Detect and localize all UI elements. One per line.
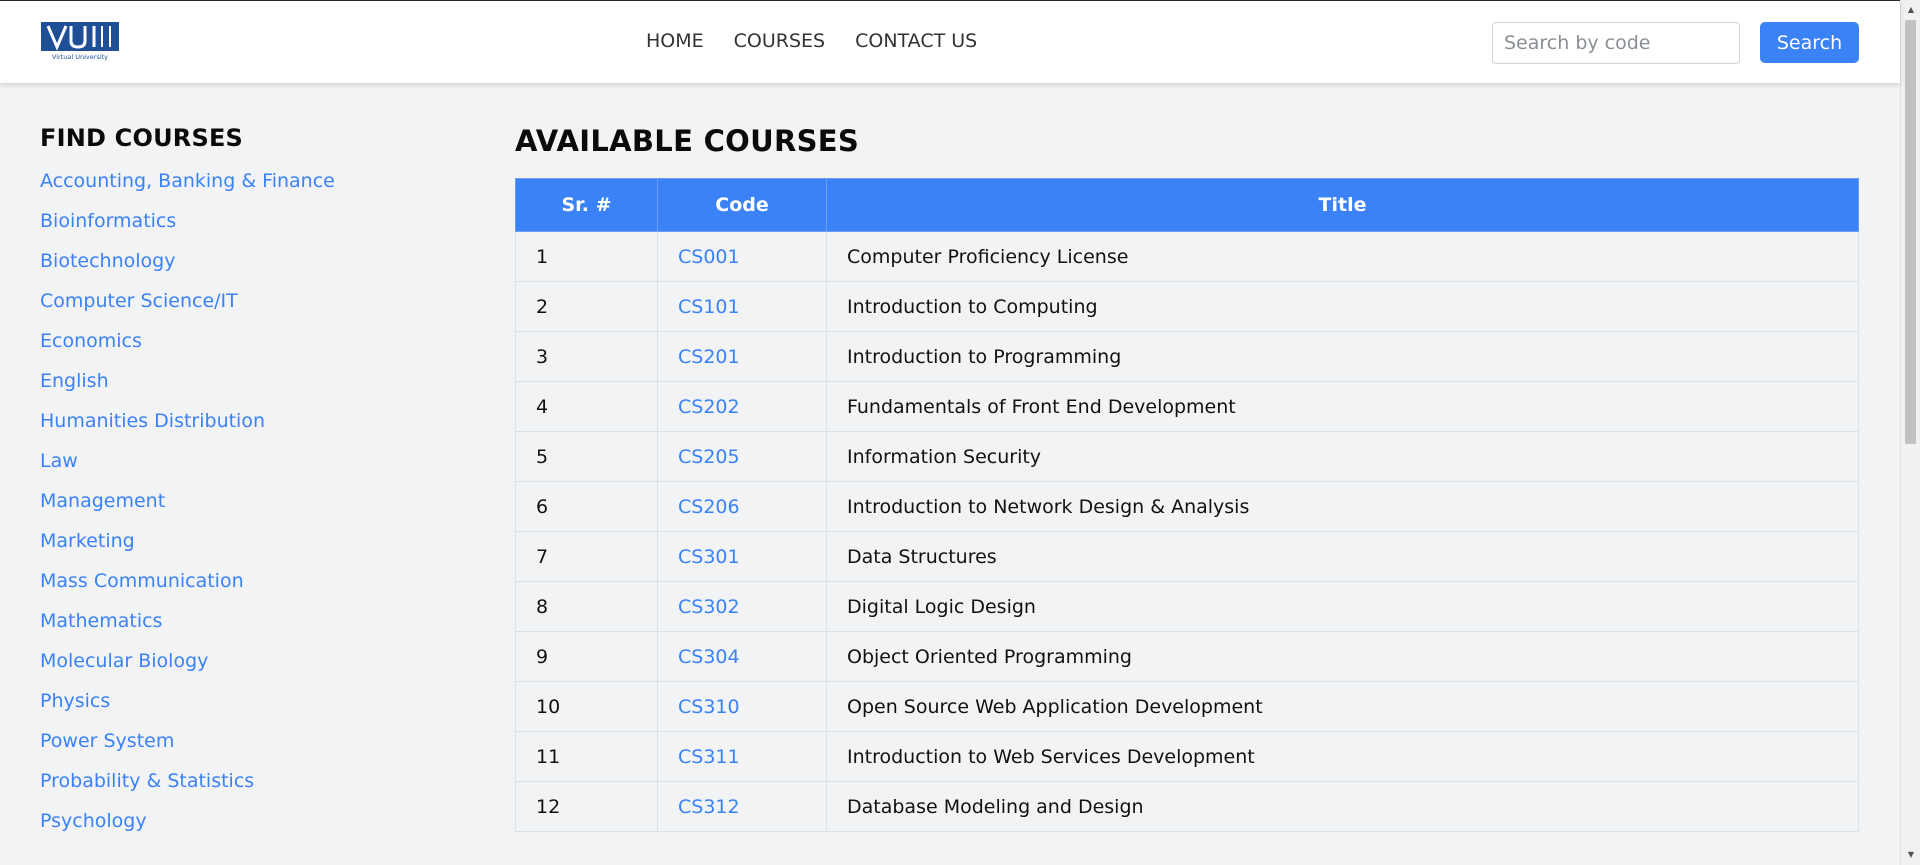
cell-sr: 2 bbox=[515, 281, 658, 332]
category-list: Accounting, Banking & Finance Bioinforma… bbox=[40, 170, 440, 850]
category-link[interactable]: Marketing bbox=[40, 530, 440, 570]
cell-title: Object Oriented Programming bbox=[826, 631, 1859, 682]
nav-courses-link[interactable]: COURSES bbox=[734, 30, 825, 52]
category-link[interactable]: Mathematics bbox=[40, 610, 440, 650]
cell-sr: 8 bbox=[515, 581, 658, 632]
cell-title: Introduction to Network Design & Analysi… bbox=[826, 481, 1859, 532]
table-row: 10 CS310 Open Source Web Application Devel… bbox=[515, 681, 1859, 732]
cell-title: Fundamentals of Front End Development bbox=[826, 381, 1859, 432]
table-row: 9 CS304 Object Oriented Programming bbox=[515, 631, 1859, 682]
table-row: 6 CS206 Introduction to Network Design & A… bbox=[515, 481, 1859, 532]
course-code-link[interactable]: CS206 bbox=[657, 481, 827, 532]
cell-sr: 4 bbox=[515, 381, 658, 432]
cell-title: Computer Proficiency License bbox=[826, 231, 1859, 282]
search-button[interactable]: Search bbox=[1760, 22, 1859, 63]
table-body: 1 CS001 Computer Proficiency License 2 CS101… bbox=[515, 231, 1859, 832]
page-title: AVAILABLE COURSES bbox=[515, 124, 860, 158]
cell-title: Introduction to Computing bbox=[826, 281, 1859, 332]
sidebar-title: FIND COURSES bbox=[40, 124, 244, 152]
cell-title: Digital Logic Design bbox=[826, 581, 1859, 632]
logo-subtitle: Virtual University bbox=[52, 53, 108, 61]
cell-title: Information Security bbox=[826, 431, 1859, 482]
course-code-link[interactable]: CS304 bbox=[657, 631, 827, 682]
cell-sr: 11 bbox=[515, 731, 658, 782]
category-link[interactable]: Management bbox=[40, 490, 440, 530]
search-input[interactable] bbox=[1492, 22, 1740, 64]
cell-title: Data Structures bbox=[826, 531, 1859, 582]
category-link[interactable]: Mass Communication bbox=[40, 570, 440, 610]
course-code-link[interactable]: CS201 bbox=[657, 331, 827, 382]
category-link[interactable]: Bioinformatics bbox=[40, 210, 440, 250]
category-link[interactable]: Power System bbox=[40, 730, 440, 770]
category-link[interactable]: Biotechnology bbox=[40, 250, 440, 290]
vu-logo[interactable]: Virtual University bbox=[40, 21, 120, 61]
column-header-title: Title bbox=[826, 178, 1859, 232]
cell-sr: 9 bbox=[515, 631, 658, 682]
course-code-link[interactable]: CS310 bbox=[657, 681, 827, 732]
nav-contact-us-link[interactable]: CONTACT US bbox=[855, 30, 977, 52]
nav-home-link[interactable]: HOME bbox=[646, 30, 704, 52]
category-link[interactable]: Economics bbox=[40, 330, 440, 370]
table-row: 7 CS301 Data Structures bbox=[515, 531, 1859, 582]
course-code-link[interactable]: CS312 bbox=[657, 781, 827, 832]
course-code-link[interactable]: CS202 bbox=[657, 381, 827, 432]
category-link[interactable]: Psychology bbox=[40, 810, 440, 850]
cell-title: Introduction to Programming bbox=[826, 331, 1859, 382]
table-row: 11 CS311 Introduction to Web Services Deve… bbox=[515, 731, 1859, 782]
table-row: 5 CS205 Information Security bbox=[515, 431, 1859, 482]
table-row: 2 CS101 Introduction to Computing bbox=[515, 281, 1859, 332]
scroll-up-icon[interactable]: ▲ bbox=[1901, 2, 1920, 18]
category-link[interactable]: Computer Science/IT bbox=[40, 290, 440, 330]
table-row: 8 CS302 Digital Logic Design bbox=[515, 581, 1859, 632]
cell-sr: 3 bbox=[515, 331, 658, 382]
category-link[interactable]: Physics bbox=[40, 690, 440, 730]
cell-sr: 7 bbox=[515, 531, 658, 582]
table-header-row: Sr. # Code Title bbox=[515, 178, 1859, 232]
category-link[interactable]: Humanities Distribution bbox=[40, 410, 440, 450]
cell-title: Open Source Web Application Development bbox=[826, 681, 1859, 732]
column-header-sr: Sr. # bbox=[515, 178, 658, 232]
table-row: 3 CS201 Introduction to Programming bbox=[515, 331, 1859, 382]
courses-table: Sr. # Code Title 1 CS001 Computer Proficie… bbox=[515, 178, 1859, 832]
course-code-link[interactable]: CS101 bbox=[657, 281, 827, 332]
main-content: AVAILABLE COURSES Sr. # Code Title 1 CS00… bbox=[515, 124, 1859, 832]
cell-title: Database Modeling and Design bbox=[826, 781, 1859, 832]
cell-sr: 10 bbox=[515, 681, 658, 732]
cell-sr: 12 bbox=[515, 781, 658, 832]
category-link[interactable]: Molecular Biology bbox=[40, 650, 440, 690]
category-link[interactable]: Law bbox=[40, 450, 440, 490]
scroll-down-icon[interactable]: ▼ bbox=[1901, 847, 1920, 863]
cell-sr: 6 bbox=[515, 481, 658, 532]
table-row: 1 CS001 Computer Proficiency License bbox=[515, 231, 1859, 282]
cell-sr: 5 bbox=[515, 431, 658, 482]
course-code-link[interactable]: CS001 bbox=[657, 231, 827, 282]
vertical-scrollbar[interactable]: ▲ ▼ bbox=[1900, 0, 1920, 865]
cell-title: Introduction to Web Services Development bbox=[826, 731, 1859, 782]
table-row: 4 CS202 Fundamentals of Front End Developm… bbox=[515, 381, 1859, 432]
column-header-code: Code bbox=[657, 178, 827, 232]
category-link[interactable]: Accounting, Banking & Finance bbox=[40, 170, 440, 210]
cell-sr: 1 bbox=[515, 231, 658, 282]
category-link[interactable]: Probability & Statistics bbox=[40, 770, 440, 810]
navbar: Virtual University HOME COURSES CONTACT … bbox=[0, 1, 1900, 83]
sidebar: FIND COURSES Accounting, Banking & Finan… bbox=[40, 124, 440, 850]
course-code-link[interactable]: CS301 bbox=[657, 531, 827, 582]
main-nav: HOME COURSES CONTACT US bbox=[646, 30, 1007, 52]
category-link[interactable]: English bbox=[40, 370, 440, 410]
course-code-link[interactable]: CS302 bbox=[657, 581, 827, 632]
scrollbar-thumb[interactable] bbox=[1905, 20, 1916, 444]
course-code-link[interactable]: CS311 bbox=[657, 731, 827, 782]
table-row: 12 CS312 Database Modeling and Design bbox=[515, 781, 1859, 832]
course-code-link[interactable]: CS205 bbox=[657, 431, 827, 482]
